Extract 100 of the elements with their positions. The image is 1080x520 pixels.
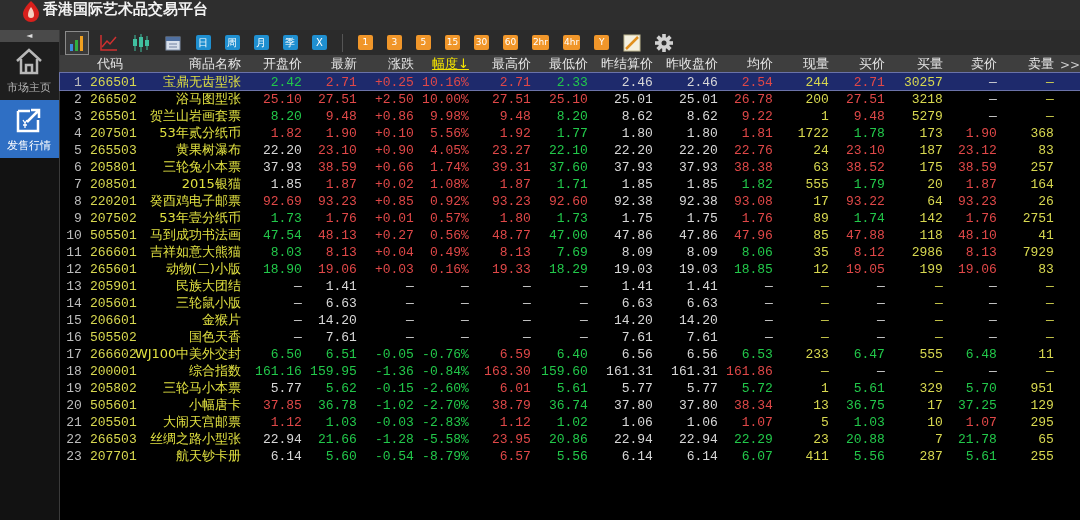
table-cell-text: 1.73 [269,210,302,226]
table-cell-text: 癸酉鸡电子邮票 [148,192,241,210]
table-row[interactable]: 9 207502 53年壹分纸币 1.73 1.76 +0.01 0.57% 1.80 1.73 1.75 1.75 1.76 89 1.74 142 1.76 2751 [59,209,1080,226]
table-row[interactable]: 11 266601 吉祥如意大熊猫 8.03 8.13 +0.04 0.49% 8.13 7.69 8.09 8.09 8.06 35 8.12 2986 8.13 7929 [59,243,1080,260]
table-cell-text: — [460,329,469,345]
row-number: 9 [73,210,83,226]
table-cell-text: 1.03 [324,414,357,430]
table-cell-text: 505501 [88,227,135,243]
column-header[interactable]: 买量 [916,56,943,71]
scroll-right-button[interactable]: >> [1053,57,1080,72]
bar-chart-icon[interactable] [64,30,89,55]
table-row[interactable]: 20 505601 小幅唐卡 37.85 36.78 -1.02 -2.70% 38.79 36.74 37.80 37.80 38.34 13 36.75 17 37.25 129 [59,396,1080,413]
table-cell-text: 7.61 [685,329,718,345]
table-row[interactable]: 23 207701 航天钞卡册 6.14 5.60 -0.54 -8.79% 6.57 5.56 6.14 6.14 6.07 411 5.56 287 5.61 255 [59,447,1080,464]
table-cell-text: 6.14 [620,448,653,464]
table-row[interactable]: 8 220201 癸酉鸡电子邮票 92.69 93.23 +0.85 0.92% 93.23 92.60 92.38 92.38 93.08 17 93.22 64 93.23 26 [59,192,1080,209]
column-header[interactable]: 卖量 [1027,56,1054,71]
table-row[interactable]: 16 505502 国色天香 — 7.61 — — — — 7.61 7.61 — — — — — — [59,328,1080,345]
table-cell-text: -1.36 [373,363,414,379]
logo-icon [22,0,40,22]
table-row[interactable]: 6 205801 三轮兔小本票 37.93 38.59 +0.66 1.74% 39.31 37.60 37.93 37.93 38.38 63 38.52 175 38.59 257 [59,158,1080,175]
table-cell-text: +0.25 [373,74,414,90]
table-cell-text: — [405,329,414,345]
table-cell-text: 41 [1037,227,1054,243]
column-header[interactable]: 涨跌 [387,56,414,71]
row-number: 12 [65,261,83,277]
table-cell-text: 37.80 [677,397,718,413]
sidebar-item[interactable]: 市场主页 [0,42,59,100]
table-cell-text: 1.79 [852,176,885,192]
column-header[interactable]: 昨结算价 [600,56,653,71]
column-header[interactable]: 最高价 [491,56,531,71]
column-header[interactable]: 代码 [97,56,124,71]
table-row[interactable]: 12 265601 动物(二)小版 18.90 19.06 +0.03 0.16% 19.33 18.29 19.03 19.03 18.85 12 19.05 199 19.06 83 [59,260,1080,277]
period-button[interactable]: 季 [282,35,298,50]
column-header[interactable]: 现量 [802,56,829,71]
table-cell-text: 159.95 [309,363,357,379]
table-cell-text: 38.52 [844,159,885,175]
table-row[interactable]: 2 266502 浴马图型张 25.10 27.51 +2.50 10.00% 27.51 25.10 25.01 25.01 26.78 200 27.51 3218 — — [59,90,1080,107]
table-row[interactable]: 13 205901 民族大团结 — 1.41 — — — — 1.41 1.41 — — — — — — [59,277,1080,294]
table-row[interactable]: 18 200001 综合指数 161.16 159.95 -1.36 -0.84% 163.30 159.60 161.31 161.31 161.86 — — — — — [59,362,1080,379]
table-cell-text: 36.75 [844,397,885,413]
table-cell: WJ100中美外交封 [134,345,241,363]
table-cell-text: 63 [812,159,829,175]
table-row[interactable]: 15 206601 金猴片 — 14.20 — — — — 14.20 14.20 — — — — — — [59,311,1080,328]
table-cell-text: 14.20 [612,312,653,328]
column-header[interactable]: 买价 [858,56,885,71]
column-header[interactable]: 最新 [330,56,357,71]
table-cell-text: 24 [812,142,829,158]
table-cell-text: 233 [804,346,829,362]
table-cell-text: 207501 [88,125,135,141]
table-row[interactable]: 17 266602WJ100中美外交封 6.50 6.51 -0.05 -0.76% 6.59 6.40 6.56 6.56 6.53 233 6.47 555 6.48 11 [59,345,1080,362]
column-header[interactable]: 昨收盘价 [665,56,718,71]
table-row[interactable]: 5 265503 黄果树瀑布 22.20 23.10 +0.90 4.05% 23.27 22.10 22.20 22.20 22.76 24 23.10 187 23.12 83 [59,141,1080,158]
table-cell-text: 2.71 [324,74,357,90]
table-cell-text: 6.01 [498,380,531,396]
table-cell-text: 贺兰山岩画套票 [148,107,241,125]
table-cell-text: 8.09 [620,244,653,260]
table-cell-text: 国色天香 [187,328,241,346]
table-cell-text: 小幅唐卡 [187,396,241,414]
table-cell-text: 23.10 [316,142,357,158]
table-cell-text: — [988,74,997,90]
table-cell-text: 1.76 [964,210,997,226]
table-row[interactable]: 4 207501 53年贰分纸币 1.82 1.90 +0.10 5.56% 1.92 1.77 1.80 1.80 1.81 1722 1.78 173 1.90 368 [59,124,1080,141]
table-cell-text: +0.01 [373,210,414,226]
column-header[interactable]: 卖价 [970,56,997,71]
column-header[interactable]: 幅度↓ [432,56,469,71]
table-cell-text: 37.85 [261,397,302,413]
column-header[interactable]: 最低价 [548,56,588,71]
table-row[interactable]: 10 505501 马到成功书法画 47.54 48.13 +0.27 0.56% 48.77 47.00 47.86 47.86 47.96 85 47.88 118 48.10 41 [59,226,1080,243]
table-cell-text: 2.46 [620,74,653,90]
table-cell-text: 220201 [88,193,135,209]
table-row[interactable]: 3 265501 贺兰山岩画套票 8.20 9.48 +0.86 9.98% 9.48 8.20 8.62 8.62 9.22 1 9.48 5279 — — [59,107,1080,124]
table-cell-text: 38.38 [732,159,773,175]
table-cell-text: — [820,295,829,311]
table-cell-text: 200 [804,91,829,107]
table-row[interactable]: 19 205802 三轮马小本票 5.77 5.62 -0.15 -2.60% 6.01 5.61 5.77 5.77 5.72 1 5.61 329 5.70 951 [59,379,1080,396]
sidebar-label: 发售行情 [7,138,52,153]
column-header[interactable]: 开盘价 [262,56,302,71]
table-cell-text: 9.22 [740,108,773,124]
table-cell-text: 1.75 [685,210,718,226]
table-cell-text: 6.59 [498,346,531,362]
collapse-button[interactable]: ◄ [0,30,59,42]
table-cell-text: 1.73 [555,210,588,226]
table-row[interactable]: 1 266501 宝鼎无齿型张 2.42 2.71 +0.25 10.16% 2.71 2.33 2.46 2.46 2.54 244 2.71 30257 — — [59,73,1080,90]
table-cell-text: — [876,363,885,379]
table-row[interactable]: 7 208501 2015银猫 1.85 1.87 +0.02 1.08% 1.87 1.71 1.85 1.85 1.82 555 1.79 20 1.87 164 [59,175,1080,192]
column-header[interactable]: 商品名称 [188,56,241,71]
table-cell-text: 257 [1029,159,1054,175]
sidebar-item[interactable]: 发售行情 [0,100,59,158]
table-row[interactable]: 21 205501 大闹天宫邮票 1.12 1.03 -0.03 -2.83% 1.12 1.02 1.06 1.06 1.07 5 1.03 10 1.07 295 [59,413,1080,430]
period-button[interactable]: 日 [195,35,211,50]
table-row[interactable]: 22 266503 丝绸之路小型张 22.94 21.66 -1.28 -5.58% 23.95 20.86 22.94 22.94 22.29 23 20.88 7 21.78 65 [59,430,1080,447]
table-cell-text: 19.33 [490,261,531,277]
table-row[interactable]: 14 205601 三轮鼠小版 — 6.63 — — — — 6.63 6.63 — — — — — — [59,294,1080,311]
period-button[interactable]: 月 [253,35,269,50]
period-button[interactable]: 周 [224,35,240,50]
table-cell-text: 6.63 [620,295,653,311]
table-cell-text: 1.90 [964,125,997,141]
period-button[interactable]: X [311,35,327,50]
column-header[interactable]: 均价 [746,56,773,71]
